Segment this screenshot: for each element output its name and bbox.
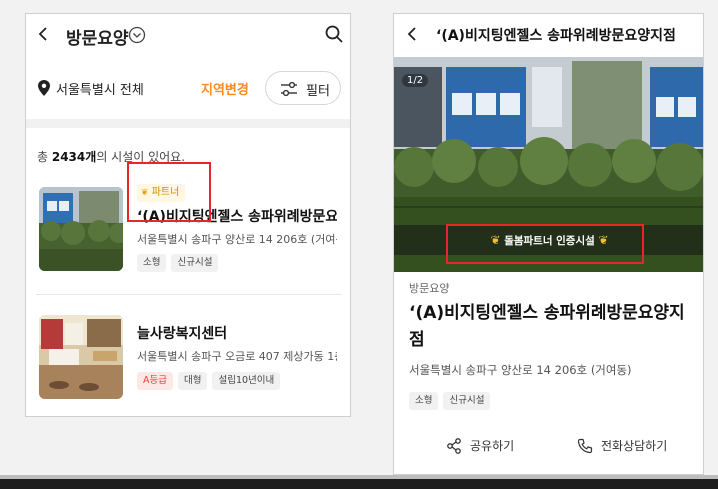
- facility-address: 서울특별시 송파구 양산로 14 206호 (거여동): [409, 363, 632, 377]
- share-label: 공유하기: [470, 439, 515, 453]
- count-prefix: 총: [37, 150, 52, 164]
- item-divider: [36, 294, 341, 295]
- location-row: 서울특별시 전체 지역변경 필터: [26, 69, 350, 109]
- tag: 설립10년이내: [212, 372, 281, 390]
- facility-name: ‘(A)비지팅엔젤스 송파위례방문요양지점: [409, 303, 685, 350]
- count-value: 2434개: [51, 150, 97, 164]
- page-title: 방문요양: [66, 29, 129, 49]
- highlight-box-partner: [127, 162, 211, 222]
- chevron-left-icon[interactable]: [36, 25, 52, 43]
- share-icon: [447, 438, 461, 454]
- facility-list-screen: 방문요양 서울특별시 전체 지역변경 필터 총 2434개의 시설이 있어요. …: [25, 13, 351, 417]
- screenshot-canvas: 방문요양 서울특별시 전체 지역변경 필터 총 2434개의 시설이 있어요. …: [0, 0, 718, 479]
- facility-thumbnail: [39, 315, 123, 399]
- tag-list: 소형 신규시설: [409, 392, 491, 410]
- tag: 대형: [177, 372, 208, 390]
- facility-thumbnail: [39, 187, 123, 271]
- search-icon[interactable]: [324, 24, 344, 44]
- tag: 소형: [409, 392, 439, 410]
- highlight-box-certification: [446, 224, 644, 264]
- tag: 신규시설: [443, 392, 491, 410]
- image-counter: 1/2: [402, 74, 429, 87]
- tag-list: 소형 신규시설: [137, 254, 219, 272]
- call-label: 전화상담하기: [601, 439, 668, 453]
- section-divider: [26, 119, 350, 128]
- tag: 소형: [137, 254, 167, 272]
- region-change-link[interactable]: 지역변경: [201, 79, 249, 98]
- filter-label: 필터: [306, 84, 330, 99]
- action-bar: 공유하기 전화상담하기: [394, 432, 703, 462]
- tag: 신규시설: [171, 254, 219, 272]
- facility-address: 서울특별시 송파구 오금로 407 제상가동 1층: [137, 350, 337, 363]
- facility-address: 서울특별시 송파구 양산로 14 206호 (거여동): [137, 233, 337, 246]
- chevron-down-circle-icon[interactable]: [128, 26, 146, 44]
- grade-badge: A등급: [137, 372, 173, 390]
- filter-button[interactable]: 필터: [265, 71, 341, 105]
- list-item[interactable]: 늘사랑복지센터 서울특별시 송파구 오금로 407 제상가동 1층 A등급 대형…: [26, 312, 350, 412]
- facility-name: 늘사랑복지센터: [137, 326, 228, 342]
- detail-header: ‘(A)비지팅엔젤스 송파위례방문요양지점: [394, 14, 703, 56]
- facility-detail-screen: ‘(A)비지팅엔젤스 송파위례방문요양지점 1/2 ❦ 돌봄파트너 인증시설 ❦…: [393, 13, 704, 475]
- list-header: 방문요양: [26, 14, 350, 58]
- sliders-icon: [281, 81, 297, 97]
- phone-icon: [577, 438, 593, 454]
- map-pin-icon: [38, 80, 50, 96]
- tag-list: A등급 대형 설립10년이내: [137, 372, 281, 390]
- location-label: 서울특별시 전체: [56, 83, 144, 98]
- detail-title: ‘(A)비지팅엔젤스 송파위례방문요양지점: [436, 28, 676, 44]
- chevron-left-icon[interactable]: [406, 26, 420, 42]
- facility-category: 방문요양: [409, 282, 450, 295]
